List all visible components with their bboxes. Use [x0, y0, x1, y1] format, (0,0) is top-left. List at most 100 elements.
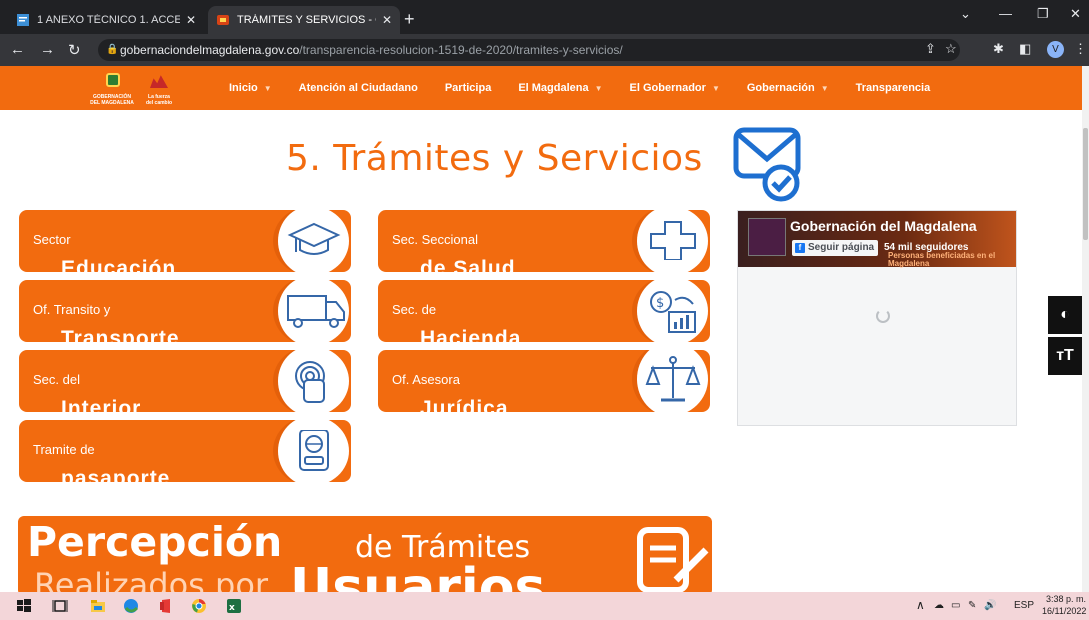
facebook-logo-icon: f: [795, 243, 805, 253]
card-title: Educación: [61, 257, 177, 272]
coat-of-arms-icon: [106, 73, 120, 87]
facebook-cover[interactable]: Gobernación del Magdalena f Seguir página…: [738, 211, 1016, 268]
graduation-cap-icon: [287, 222, 341, 255]
text-size-icon[interactable]: тT: [1048, 337, 1082, 375]
extensions-puzzle-icon[interactable]: ✱: [993, 41, 1004, 57]
logo-slogan: La fuerza del cambio: [145, 94, 173, 106]
truck-icon: [287, 295, 345, 328]
service-card-salud[interactable]: Sec. Seccional de Salud: [378, 210, 710, 272]
volume-icon[interactable]: 🔊: [984, 600, 996, 611]
perception-banner[interactable]: Percepción de Trámites Realizados por Us…: [18, 516, 712, 596]
nav-label: El Magdalena: [518, 82, 589, 94]
edge-browser-icon[interactable]: [123, 598, 139, 614]
scales-icon: [645, 356, 701, 402]
nav-item-transparencia[interactable]: Transparencia: [856, 82, 931, 94]
url-path: /transparencia-resolucion-1519-de-2020/t…: [299, 43, 623, 57]
pen-icon[interactable]: ✎: [968, 600, 976, 611]
chevron-down-icon: ▼: [594, 84, 603, 93]
logo-text: GOBERNACIÓN DEL MAGDALENA: [90, 94, 134, 106]
page-title: 5. Trámites y Servicios: [286, 138, 703, 179]
scrollbar-thumb[interactable]: [1083, 128, 1088, 240]
close-tab-icon[interactable]: ✕: [382, 13, 392, 27]
follow-label: Seguir página: [808, 242, 875, 253]
card-label: Sector: [33, 232, 71, 247]
facebook-page-name[interactable]: Gobernación del Magdalena: [790, 218, 977, 234]
nav-item-inicio[interactable]: Inicio ▼: [229, 82, 272, 94]
card-label: Sec. Seccional: [392, 232, 478, 247]
windows-start-icon[interactable]: [16, 598, 32, 614]
network-icon[interactable]: ▭: [951, 600, 960, 611]
profile-avatar[interactable]: V: [1047, 41, 1064, 58]
forward-arrow-icon[interactable]: →: [40, 41, 55, 58]
close-window-icon[interactable]: ✕: [1070, 6, 1081, 22]
share-icon[interactable]: ⇪: [925, 41, 936, 57]
service-card-educacion[interactable]: Sector Educación: [19, 210, 351, 272]
nav-item-atencion[interactable]: Atención al Ciudadano: [299, 82, 418, 94]
nav-label: Transparencia: [855, 82, 931, 94]
nav-label: Atención al Ciudadano: [298, 82, 418, 94]
card-title: pasaporte: [61, 467, 171, 482]
system-clock[interactable]: 3:38 p. m. 16/11/2022: [1042, 593, 1086, 617]
passport-icon: [299, 430, 329, 471]
input-language[interactable]: ESP: [1014, 600, 1034, 611]
file-explorer-icon[interactable]: [90, 598, 106, 614]
chevron-down-icon: ▼: [711, 84, 720, 93]
nav-item-gobernacion[interactable]: Gobernación ▼: [747, 82, 829, 94]
back-arrow-icon[interactable]: ←: [10, 41, 25, 58]
office-icon[interactable]: [158, 598, 174, 614]
loading-spinner-icon: [876, 309, 890, 323]
service-card-pasaporte[interactable]: Tramite de pasaporte: [19, 420, 351, 482]
follow-page-button[interactable]: f Seguir página: [792, 240, 878, 256]
banner-line2b: Usuarios: [290, 558, 546, 596]
chrome-icon[interactable]: [191, 598, 207, 614]
task-view-icon[interactable]: [52, 598, 68, 614]
fingerprint-icon: [295, 361, 325, 403]
contrast-toggle-icon[interactable]: ◐: [1048, 296, 1082, 334]
reload-icon[interactable]: ↻: [68, 41, 81, 59]
restore-icon[interactable]: ❐: [1037, 6, 1049, 22]
site-header: GOBERNACIÓN DEL MAGDALENA La fuerza del …: [0, 66, 1082, 110]
browser-tab-active[interactable]: TRÁMITES Y SERVICIOS - Gobern ✕: [208, 6, 400, 34]
chevron-down-icon: ▼: [263, 84, 272, 93]
form-edit-icon: [637, 527, 709, 593]
onedrive-cloud-icon[interactable]: ☁: [934, 600, 944, 611]
facebook-page-thumbnail[interactable]: [748, 218, 786, 256]
nav-item-participa[interactable]: Participa: [445, 82, 491, 94]
windows-taskbar: x ∧ ☁ ▭ ✎ 🔊 ESP 3:38 p. m. 16/11/2022: [0, 592, 1089, 620]
address-bar[interactable]: 🔒 gobernaciondelmagdalena.gov.co/transpa…: [98, 39, 960, 61]
minimize-icon[interactable]: —: [999, 6, 1012, 21]
tray-chevron-up-icon[interactable]: ∧: [916, 598, 925, 612]
svg-text:$: $: [656, 296, 664, 311]
side-panel-icon[interactable]: ◧: [1019, 41, 1031, 57]
mountains-logo-icon: [150, 75, 168, 88]
nav-item-el-gobernador[interactable]: El Gobernador ▼: [630, 82, 720, 94]
bookmark-star-icon[interactable]: ☆: [945, 41, 957, 57]
close-tab-icon[interactable]: ✕: [186, 13, 196, 27]
site-favicon-icon: [217, 15, 229, 25]
tab-search-chevron-icon[interactable]: ⌄: [960, 6, 971, 22]
browser-tab[interactable]: 1 ANEXO TÉCNICO 1. ACCESIBILI ✕: [8, 6, 204, 34]
service-card-juridica[interactable]: Of. Asesora Jurídica: [378, 350, 710, 412]
clock-date: 16/11/2022: [1042, 606, 1087, 616]
nav-label: Inicio: [229, 82, 258, 94]
card-title: Transporte: [61, 327, 180, 342]
card-label: Sec. del: [33, 372, 80, 387]
service-card-hacienda[interactable]: Sec. de Hacienda $: [378, 280, 710, 342]
finance-chart-icon: $: [650, 291, 696, 333]
service-card-transito[interactable]: Of. Transito y Transporte: [19, 280, 351, 342]
excel-icon[interactable]: x: [226, 598, 242, 614]
service-card-interior[interactable]: Sec. del Interior: [19, 350, 351, 412]
nav-label: Gobernación: [746, 82, 815, 94]
svg-text:x: x: [229, 603, 235, 613]
new-tab-plus-icon[interactable]: +: [404, 9, 415, 30]
chevron-down-icon: ▼: [820, 84, 829, 93]
facebook-page-widget: Gobernación del Magdalena f Seguir página…: [737, 210, 1017, 426]
lock-icon: 🔒: [106, 44, 119, 55]
cover-tagline: Personas beneficiadas en el Magdalena: [888, 251, 996, 268]
url-domain: gobernaciondelmagdalena.gov.co: [120, 43, 300, 57]
site-logo[interactable]: GOBERNACIÓN DEL MAGDALENA La fuerza del …: [88, 72, 188, 106]
nav-item-el-magdalena[interactable]: El Magdalena ▼: [518, 82, 602, 94]
nav-label: Participa: [444, 82, 492, 94]
clock-time: 3:38 p. m.: [1045, 594, 1086, 604]
browser-menu-icon[interactable]: ⋮: [1074, 41, 1087, 57]
